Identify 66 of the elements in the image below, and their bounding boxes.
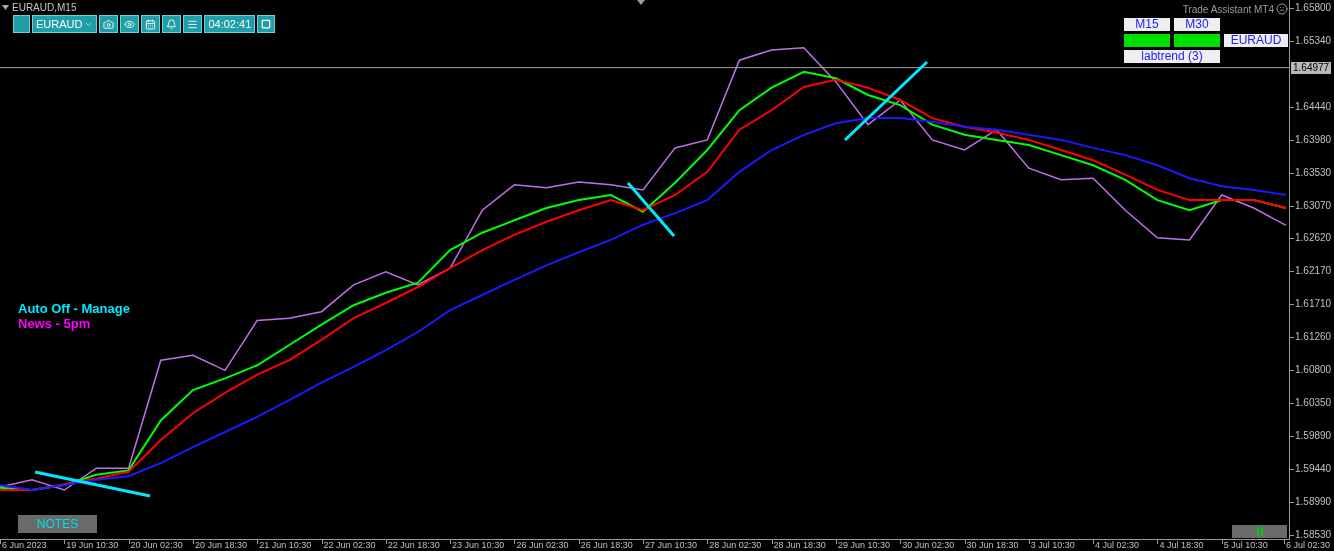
time-label: 4 Jul 02:30: [1095, 540, 1140, 551]
menu-button[interactable]: [183, 15, 203, 33]
panel-title: Trade Assistant MT4: [1182, 3, 1274, 15]
time-label: 30 Jun 02:30: [902, 540, 955, 551]
bell-icon: [166, 18, 178, 30]
price-label: 1.59890: [1293, 430, 1334, 443]
price-label: 1.63530: [1293, 166, 1334, 179]
time-label: 22 Jun 02:30: [323, 540, 376, 551]
calendar-button[interactable]: [141, 15, 161, 33]
countdown-timer: 04:02:41: [204, 15, 256, 33]
current-price-label: 1.64977: [1291, 61, 1332, 74]
price-label: 1.60800: [1293, 364, 1334, 377]
camera-button[interactable]: [99, 15, 119, 33]
price-label: 1.63980: [1293, 133, 1334, 146]
price-label: 1.64440: [1293, 100, 1334, 113]
trend-line[interactable]: [626, 182, 676, 237]
square-icon: [261, 19, 272, 29]
time-label: 6 Jul 02:30: [1286, 540, 1331, 551]
trend-line[interactable]: [34, 470, 151, 498]
trend-line[interactable]: [843, 60, 929, 142]
time-label: 29 Jun 10:30: [837, 540, 890, 551]
window-title: EURAUD,M15: [12, 2, 77, 13]
menu-icon: [187, 18, 199, 30]
price-label: 1.62620: [1293, 232, 1334, 245]
chart-note: News - 5pm: [18, 316, 92, 331]
price-label: 1.59440: [1293, 462, 1334, 475]
collapse-icon[interactable]: [2, 5, 9, 10]
time-label: 30 Jun 18:30: [966, 540, 1019, 551]
price-label: 1.61710: [1293, 298, 1334, 311]
scroll-box[interactable]: [1232, 525, 1287, 538]
price-label: 1.58530: [1293, 528, 1334, 541]
camera-icon: [103, 18, 115, 30]
time-label: 4 Jul 18:30: [1159, 540, 1204, 551]
time-label: 20 Jun 18:30: [194, 540, 247, 551]
price-label: 1.62170: [1293, 265, 1334, 278]
time-label: 3 Jul 10:30: [1030, 540, 1075, 551]
eye-button[interactable]: [120, 15, 140, 33]
window-button[interactable]: [257, 15, 276, 33]
timeframe-label[interactable]: M30: [1174, 18, 1220, 31]
price-label: 1.65800: [1293, 1, 1334, 14]
time-label: 19 Jun 10:30: [66, 540, 119, 551]
time-label: 28 Jun 18:30: [773, 540, 826, 551]
price-label: 1.58990: [1293, 495, 1334, 508]
timeframe-label[interactable]: M15: [1124, 18, 1170, 31]
time-label: 5 Jul 10:30: [1223, 540, 1268, 551]
symbol-label: EURAUD: [1224, 34, 1288, 47]
time-label: 20 Jun 02:30: [130, 540, 183, 551]
time-label: 22 Jun 18:30: [387, 540, 440, 551]
price-label: 1.65340: [1293, 35, 1334, 48]
chart-note: Auto Off - Manage: [18, 301, 130, 316]
time-label: 6 Jun 2023: [2, 540, 47, 551]
calendar-icon: [145, 18, 157, 30]
eye-icon: [124, 18, 136, 30]
time-label: 26 Jun 02:30: [516, 540, 569, 551]
indicator-label: labtrend (3): [1124, 50, 1220, 63]
bars-icon: [1256, 527, 1263, 536]
time-label: 28 Jun 02:30: [709, 540, 762, 551]
price-label: 1.61260: [1293, 331, 1334, 344]
shift-marker-icon[interactable]: [637, 0, 645, 5]
price-label: 1.63070: [1293, 199, 1334, 212]
price-label: 1.60350: [1293, 397, 1334, 409]
time-label: 26 Jun 18:30: [580, 540, 633, 551]
time-label: 23 Jun 10:30: [452, 540, 505, 551]
time-label: 21 Jun 10:30: [259, 540, 312, 551]
time-label: 27 Jun 10:30: [645, 540, 698, 551]
bell-button[interactable]: [162, 15, 182, 33]
